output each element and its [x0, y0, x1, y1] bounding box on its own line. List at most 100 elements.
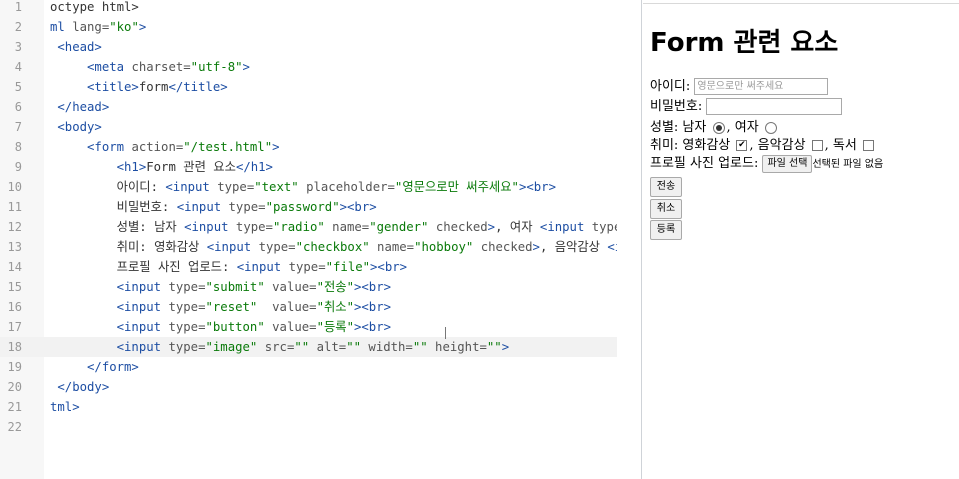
code-token: 취미: 영화감상: [50, 240, 207, 254]
code-token: >: [501, 340, 510, 354]
editor-divider: [617, 0, 642, 479]
code-text: 성별: 남자 <input type="radio" name="gender"…: [50, 217, 617, 237]
code-line[interactable]: 11 비밀번호: <input type="password"><br>: [0, 197, 617, 217]
password-label: 비밀번호:: [650, 99, 703, 114]
code-token: action=: [131, 140, 184, 154]
hobby-music-checkbox[interactable]: [811, 140, 823, 151]
code-token: type=: [288, 260, 326, 274]
code-token: ><br>: [354, 300, 392, 314]
file-row: 프로필 사진 업로드: 파일 선택 선택된 파일 없음: [650, 154, 883, 174]
code-text: <title>form</title>: [50, 77, 228, 97]
code-token: <meta: [50, 60, 132, 74]
code-token: value=: [264, 280, 317, 294]
code-line[interactable]: 8 <form action="/test.html">: [0, 137, 617, 157]
code-line[interactable]: 5 <title>form</title>: [0, 77, 617, 97]
code-token: 아이디:: [50, 180, 166, 194]
code-line[interactable]: 12 성별: 남자 <input type="radio" name="gend…: [0, 217, 617, 237]
code-text: 아이디: <input type="text" placeholder="영문으…: [50, 177, 556, 197]
code-token: type=: [168, 280, 206, 294]
line-number: 8: [14, 140, 22, 154]
code-token: type=: [168, 320, 206, 334]
code-line[interactable]: 18 <input type="image" src="" alt="" wid…: [0, 337, 617, 357]
code-line[interactable]: 15 <input type="submit" value="전송"><br>: [0, 277, 617, 297]
code-token: value=: [257, 300, 317, 314]
code-text: <h1>Form 관련 요소</h1>: [50, 157, 273, 177]
code-token: type=: [168, 300, 206, 314]
code-token: <input: [50, 300, 169, 314]
hobby-reading-checkbox[interactable]: [863, 140, 874, 151]
code-line[interactable]: 9 <h1>Form 관련 요소</h1>: [0, 157, 617, 177]
code-token: ><br>: [354, 280, 392, 294]
file-select-button[interactable]: 파일 선택: [762, 154, 813, 173]
file-status: 선택된 파일 없음: [812, 159, 884, 170]
code-token: "file": [325, 260, 371, 274]
register-button[interactable]: 등록: [650, 220, 682, 240]
code-line[interactable]: 20 </body>: [0, 377, 617, 397]
code-token: ><br>: [354, 320, 392, 334]
code-text: tml>: [50, 397, 80, 417]
code-text: 비밀번호: <input type="password"><br>: [50, 197, 377, 217]
password-row: 비밀번호:: [650, 97, 843, 117]
id-input[interactable]: 영문으로만 써주세요: [694, 78, 829, 95]
code-token: name=: [324, 220, 370, 234]
code-token: ><br>: [370, 260, 408, 274]
code-text: <meta charset="utf-8">: [50, 57, 250, 77]
submit-button[interactable]: 전송: [650, 177, 682, 197]
code-line[interactable]: 22: [0, 417, 617, 437]
code-token: , 여자: [495, 220, 540, 234]
code-line[interactable]: 19 </form>: [0, 357, 617, 377]
code-line[interactable]: 4 <meta charset="utf-8">: [0, 57, 617, 77]
code-token: ><br>: [339, 200, 377, 214]
code-token: 성별: 남자: [50, 220, 185, 234]
gender-label: 성별: 남자: [650, 120, 707, 135]
line-number: 18: [7, 340, 22, 354]
code-text: </form>: [50, 357, 139, 377]
code-line[interactable]: 2 ml lang="ko">: [0, 17, 617, 37]
code-token: ><br>: [518, 180, 556, 194]
code-token: >: [487, 220, 496, 234]
code-line[interactable]: 13 취미: 영화감상 <input type="checkbox" name=…: [0, 237, 617, 257]
hobby-movie-checkbox[interactable]: ✔: [736, 140, 748, 151]
code-token: Form 관련 요소: [146, 160, 236, 174]
gender-female-label: , 여자: [726, 120, 759, 135]
code-token: <input: [206, 240, 259, 254]
code-token: octype html>: [50, 0, 139, 14]
password-input[interactable]: [706, 98, 843, 115]
code-text: <input type="button" value="등록"><br>: [50, 317, 391, 337]
code-token: "gender": [369, 220, 429, 234]
code-token: "radio": [272, 220, 325, 234]
code-token: <h1>: [50, 160, 147, 174]
code-token: charset=: [131, 60, 191, 74]
code-line[interactable]: 1 octype html>: [0, 0, 617, 17]
code-token: "hobboy": [414, 240, 474, 254]
code-token: >: [138, 20, 147, 34]
code-token: 프로필 사진 업로드:: [50, 260, 237, 274]
reset-button[interactable]: 취소: [650, 199, 682, 219]
code-token: ml: [50, 20, 73, 34]
code-token: type=: [228, 200, 266, 214]
code-line[interactable]: 17 <input type="button" value="등록"><br>: [0, 317, 617, 337]
code-line[interactable]: 14 프로필 사진 업로드: <input type="file"><br>: [0, 257, 617, 277]
id-label: 아이디:: [650, 79, 691, 94]
preview-top-border: [643, 0, 959, 4]
code-token: >: [532, 240, 540, 254]
code-line[interactable]: 21 tml>: [0, 397, 617, 417]
code-token: "취소": [316, 300, 354, 314]
gender-female-radio[interactable]: [764, 121, 777, 134]
code-line[interactable]: 10 아이디: <input type="text" placeholder="…: [0, 177, 617, 197]
gender-male-radio[interactable]: [712, 121, 725, 134]
code-token: height=: [427, 340, 487, 354]
code-editor[interactable]: 1 octype html> 2 ml lang="ko"> 3 <head> 4 <me…: [0, 0, 617, 479]
code-token: type=: [235, 220, 273, 234]
code-line[interactable]: 6 </head>: [0, 97, 617, 117]
hobby-label: 취미: 영화감상: [650, 138, 731, 153]
line-number: 6: [14, 100, 22, 114]
code-token: type=: [168, 340, 206, 354]
code-line[interactable]: 3 <head>: [0, 37, 617, 57]
code-line[interactable]: 16 <input type="reset" value="취소"><br>: [0, 297, 617, 317]
code-token: form: [138, 80, 169, 94]
code-line[interactable]: 7 <body>: [0, 117, 617, 137]
code-text: <input type="reset" value="취소"><br>: [50, 297, 391, 317]
line-number: 14: [7, 260, 22, 274]
code-token: "영문으로만 써주세요": [394, 180, 519, 194]
